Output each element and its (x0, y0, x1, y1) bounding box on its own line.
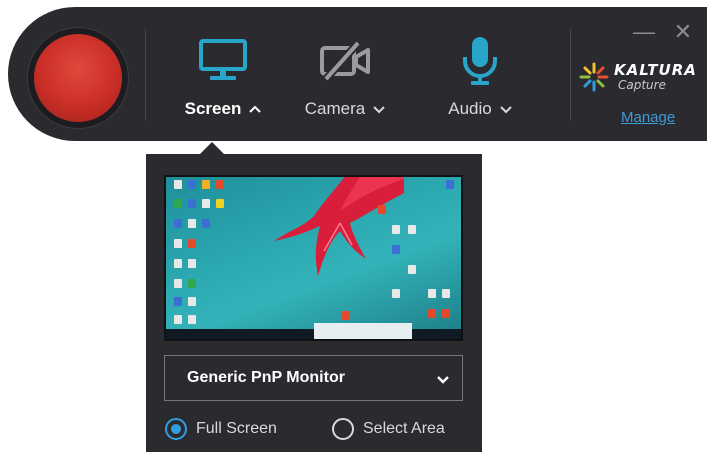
divider (145, 29, 146, 121)
desktop-icon (392, 225, 400, 234)
select-area-radio[interactable]: Select Area (332, 415, 445, 443)
desktop-icon (188, 315, 196, 324)
desktop-icon (174, 279, 182, 288)
desktop-icon (202, 219, 210, 228)
screen-source-label: Screen (184, 99, 242, 118)
chevron-up-icon (249, 105, 262, 113)
desktop-icon (392, 245, 400, 254)
chevron-down-icon (437, 376, 449, 384)
desktop-icon (446, 180, 454, 189)
desktop-icon (174, 239, 182, 248)
camera-off-icon (317, 33, 373, 89)
desktop-icon (174, 259, 182, 268)
desktop-icon (442, 309, 450, 318)
monitor-select-value: Generic PnP Monitor (187, 369, 345, 386)
audio-source-button[interactable]: Audio (425, 33, 535, 129)
manage-link[interactable]: Manage (621, 109, 675, 126)
desktop-icon (188, 219, 196, 228)
desktop-icon (408, 225, 416, 234)
panel-pointer (200, 142, 224, 154)
desktop-icon (428, 289, 436, 298)
desktop-icon (188, 297, 196, 306)
kaltura-capture-app: Screen Camera Audio — ✕ KALTURA Capture … (0, 0, 707, 452)
full-screen-radio[interactable]: Full Screen (165, 415, 277, 443)
chevron-down-icon (500, 106, 512, 114)
screen-preview-thumbnail[interactable] (164, 175, 463, 341)
desktop-icon (216, 180, 224, 189)
desktop-icon (174, 219, 182, 228)
desktop-icon (392, 289, 400, 298)
desktop-icon (174, 180, 182, 189)
radio-indicator (165, 418, 187, 440)
monitor-select-dropdown[interactable]: Generic PnP Monitor (164, 355, 463, 401)
kaltura-spark-icon (579, 62, 609, 92)
camera-source-button[interactable]: Camera (290, 33, 400, 129)
kaltura-logo: KALTURA Capture (578, 59, 706, 95)
desktop-icon (378, 205, 386, 214)
select-area-label: Select Area (363, 420, 445, 437)
desktop-icon (428, 309, 436, 318)
screen-options-panel: Generic PnP Monitor Full Screen Select A… (146, 154, 482, 452)
desktop-icon (174, 315, 182, 324)
recorder-toolbar: Screen Camera Audio — ✕ KALTURA Capture … (8, 7, 707, 141)
record-button[interactable] (34, 34, 122, 122)
wallpaper-flower-image (274, 177, 404, 276)
divider (570, 29, 571, 121)
desktop-icon (408, 265, 416, 274)
desktop-icon (216, 199, 224, 208)
desktop-icon (342, 311, 350, 320)
preview-taskbar-search (314, 323, 412, 339)
monitor-icon (195, 33, 251, 89)
camera-source-label: Camera (304, 99, 366, 118)
desktop-icon (188, 199, 196, 208)
logo-product-text: Capture (618, 78, 666, 92)
desktop-icon (188, 259, 196, 268)
desktop-icon (188, 239, 196, 248)
desktop-icon (188, 180, 196, 189)
radio-indicator (332, 418, 354, 440)
close-button[interactable]: ✕ (672, 21, 694, 43)
chevron-down-icon (373, 106, 385, 114)
minimize-button[interactable]: — (633, 21, 655, 43)
screen-source-button[interactable]: Screen (168, 33, 278, 129)
desktop-icon (202, 199, 210, 208)
desktop-icon (442, 289, 450, 298)
logo-brand-text: KALTURA (614, 61, 697, 79)
desktop-icon (174, 297, 182, 306)
microphone-icon (452, 33, 508, 89)
full-screen-label: Full Screen (196, 420, 277, 437)
desktop-icon (174, 199, 182, 208)
audio-source-label: Audio (448, 99, 492, 118)
desktop-icon (202, 180, 210, 189)
desktop-icon (188, 279, 196, 288)
